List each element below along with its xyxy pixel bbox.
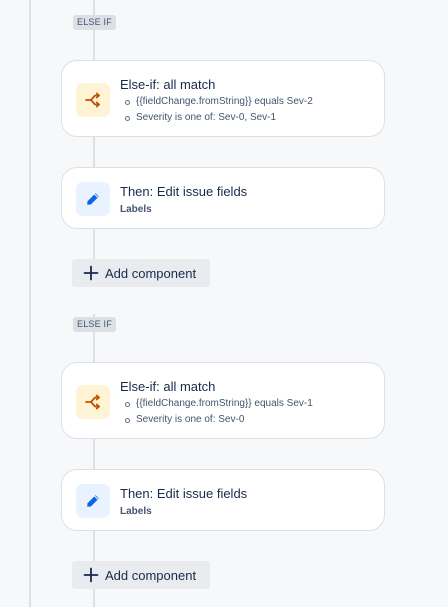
edit-issue-fields-card[interactable]: Then: Edit issue fields Labels [61, 469, 385, 531]
action-title: Then: Edit issue fields [120, 184, 248, 199]
else-if-condition-card[interactable]: Else-if: all match {{fieldChange.fromStr… [61, 362, 385, 439]
condition-item: {{fieldChange.fromString}} equals Sev-2 [120, 94, 313, 110]
branch-connector-line [93, 0, 95, 60]
condition-list: {{fieldChange.fromString}} equals Sev-2 … [120, 94, 313, 126]
pencil-icon [76, 484, 110, 518]
else-if-condition-card[interactable]: Else-if: all match {{fieldChange.fromStr… [61, 60, 385, 137]
branch-connector-line [93, 587, 95, 607]
automation-rule-canvas: ELSE IF Else-if: all match {{fieldChange… [0, 0, 448, 607]
branch-connector-line [93, 438, 95, 470]
condition-item: {{fieldChange.fromString}} equals Sev-1 [120, 396, 313, 412]
else-if-tag: ELSE IF [73, 15, 116, 30]
outer-rail-line [29, 0, 31, 607]
add-component-button[interactable]: Add component [72, 259, 210, 287]
branch-icon [76, 83, 110, 117]
condition-title: Else-if: all match [120, 77, 216, 92]
edit-issue-fields-card[interactable]: Then: Edit issue fields Labels [61, 167, 385, 229]
branch-connector-line [93, 137, 95, 168]
action-subtitle: Labels [120, 506, 152, 517]
add-component-label: Add component [105, 265, 197, 281]
branch-icon [76, 385, 110, 419]
pencil-icon [76, 182, 110, 216]
condition-list: {{fieldChange.fromString}} equals Sev-1 … [120, 396, 313, 428]
branch-connector-line [93, 229, 95, 261]
plus-icon [82, 566, 100, 584]
action-subtitle: Labels [120, 204, 152, 215]
condition-title: Else-if: all match [120, 379, 216, 394]
condition-item: Severity is one of: Sev-0, Sev-1 [120, 110, 313, 126]
action-title: Then: Edit issue fields [120, 486, 248, 501]
branch-connector-line [93, 530, 95, 563]
condition-item: Severity is one of: Sev-0 [120, 412, 313, 428]
add-component-label: Add component [105, 567, 197, 583]
plus-icon [82, 264, 100, 282]
else-if-tag: ELSE IF [73, 317, 116, 332]
add-component-button[interactable]: Add component [72, 561, 210, 589]
